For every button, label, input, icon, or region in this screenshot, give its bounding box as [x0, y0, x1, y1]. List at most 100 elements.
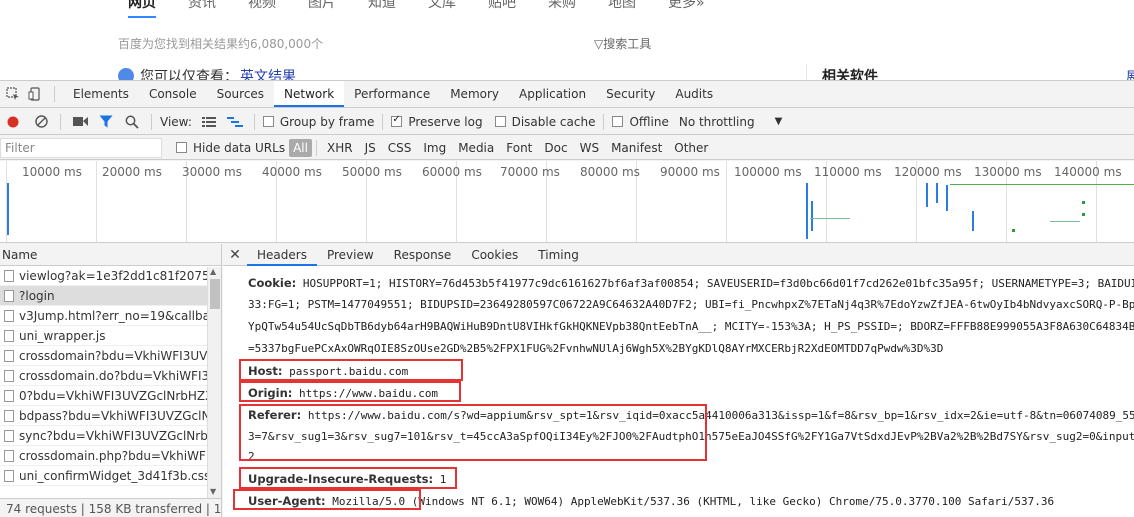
request-row[interactable]: viewlog?ak=1e3f2dd1c81f2075171a: [0, 266, 221, 286]
filter-type-font[interactable]: Font: [500, 139, 538, 157]
tab-audits[interactable]: Audits: [665, 81, 723, 107]
tab-video[interactable]: 视频: [248, 0, 276, 18]
disable-cache-label: Disable cache: [511, 114, 596, 129]
tab-network[interactable]: Network: [274, 81, 345, 107]
network-overview-timeline[interactable]: 10000 ms 20000 ms 30000 ms 40000 ms 5000…: [0, 161, 1134, 243]
tab-web[interactable]: 网页: [128, 0, 156, 18]
tab-tieba[interactable]: 贴吧: [488, 0, 516, 18]
view-label: View:: [160, 114, 192, 129]
filter-icon[interactable]: [95, 111, 117, 133]
waterfall-icon[interactable]: [224, 111, 246, 133]
filter-input[interactable]: Filter: [0, 137, 162, 158]
tab-map[interactable]: 地图: [608, 0, 636, 18]
record-icon[interactable]: [2, 111, 24, 133]
checkbox-icon: [176, 142, 187, 153]
filter-type-ws[interactable]: WS: [574, 139, 605, 157]
filter-type-other[interactable]: Other: [668, 139, 714, 157]
throttling-select[interactable]: No throttling ▼: [679, 115, 782, 129]
filter-type-js[interactable]: JS: [359, 139, 382, 157]
search-tools-button[interactable]: ▽搜索工具: [594, 35, 651, 52]
timeline-request-mark: [810, 218, 850, 219]
name-column-header[interactable]: Name: [0, 244, 221, 266]
timeline-request-mark: [1082, 201, 1085, 204]
tab-sources[interactable]: Sources: [207, 81, 274, 107]
hide-data-urls-checkbox[interactable]: Hide data URLs: [176, 141, 285, 155]
close-icon[interactable]: ✕: [223, 247, 247, 263]
scroll-up-icon[interactable]: ▲: [210, 267, 216, 276]
file-icon: [4, 469, 14, 482]
timeline-request-mark: [811, 201, 813, 231]
filter-type-css[interactable]: CSS: [382, 139, 418, 157]
filter-type-img[interactable]: Img: [417, 139, 452, 157]
tab-console[interactable]: Console: [139, 81, 207, 107]
timeline-label: 100000 ms: [734, 165, 802, 179]
file-icon: [4, 349, 14, 362]
request-row[interactable]: uni_confirmWidget_3d41f3b.css: [0, 466, 221, 486]
request-list: Name viewlog?ak=1e3f2dd1c81f2075171a ?lo…: [0, 244, 222, 517]
disable-cache-checkbox[interactable]: Disable cache: [494, 114, 596, 129]
timeline-label: 50000 ms: [342, 165, 402, 179]
timeline-grid-line: [726, 161, 727, 242]
tab-preview[interactable]: Preview: [317, 244, 384, 266]
tab-images[interactable]: 图片: [308, 0, 336, 18]
request-row[interactable]: crossdomain?bdu=VkhiWFI3UVZGc: [0, 346, 221, 366]
highlight-box-referer: [239, 404, 707, 461]
request-row[interactable]: bdpass?bdu=VkhiWFI3UVZGclNrbH: [0, 406, 221, 426]
tab-zhidao[interactable]: 知道: [368, 0, 396, 18]
timeline-request-mark: [1050, 221, 1080, 222]
header-cookie-cont: YpQTw54u54UcSqDbTB6dyb64arH9BAQWiHuB9Dnt…: [248, 320, 1134, 333]
offline-checkbox[interactable]: Offline: [612, 115, 669, 129]
preserve-log-label: Preserve log: [408, 114, 483, 129]
timeline-label: 130000 ms: [974, 165, 1042, 179]
timeline-label: 110000 ms: [814, 165, 882, 179]
search-icon[interactable]: [121, 111, 143, 133]
request-row[interactable]: 0?bdu=VkhiWFI3UVZGclNrbHZXR0: [0, 386, 221, 406]
tab-application[interactable]: Application: [509, 81, 596, 107]
scroll-down-icon[interactable]: ▼: [210, 487, 216, 496]
tab-news[interactable]: 资讯: [188, 0, 216, 18]
filter-type-doc[interactable]: Doc: [538, 139, 573, 157]
filter-type-manifest[interactable]: Manifest: [605, 139, 668, 157]
timeline-label: 60000 ms: [422, 165, 482, 179]
highlight-box-host: [239, 359, 463, 381]
group-by-frame-checkbox[interactable]: Group by frame: [262, 115, 374, 129]
device-toolbar-icon[interactable]: [24, 83, 46, 105]
file-icon: [4, 449, 14, 462]
tab-more[interactable]: 更多»: [668, 0, 705, 18]
tab-response[interactable]: Response: [384, 244, 462, 266]
tab-performance[interactable]: Performance: [344, 81, 440, 107]
request-row[interactable]: v3Jump.html?err_no=19&callback=: [0, 306, 221, 326]
timeline-grid-line: [96, 161, 97, 242]
file-icon: [4, 389, 14, 402]
request-row[interactable]: uni_wrapper.js: [0, 326, 221, 346]
request-row[interactable]: crossdomain.do?bdu=VkhiWFI3UV.: [0, 366, 221, 386]
request-name: 0?bdu=VkhiWFI3UVZGclNrbHZXR0: [19, 388, 221, 403]
preserve-log-checkbox[interactable]: Preserve log: [391, 114, 483, 129]
clear-icon[interactable]: [30, 111, 52, 133]
request-row[interactable]: crossdomain.php?bdu=VkhiWFI3U.: [0, 446, 221, 466]
inspect-element-icon[interactable]: [2, 83, 24, 105]
scroll-thumb[interactable]: [210, 279, 220, 309]
expand-link[interactable]: 展: [1126, 66, 1134, 80]
related-software-heading: 相关软件: [822, 69, 878, 80]
large-rows-icon[interactable]: [198, 111, 220, 133]
tab-wenku[interactable]: 文库: [428, 0, 456, 18]
file-icon: [4, 309, 14, 322]
checkbox-icon: [612, 116, 624, 127]
request-list-scrollbar[interactable]: ▲ ▼: [207, 267, 221, 499]
english-results-link[interactable]: 英文结果: [240, 66, 296, 80]
filter-type-all[interactable]: All: [289, 138, 312, 157]
tab-elements[interactable]: Elements: [63, 81, 139, 107]
tab-caigou[interactable]: 采购: [548, 0, 576, 18]
tab-timing[interactable]: Timing: [528, 244, 589, 266]
tab-security[interactable]: Security: [596, 81, 665, 107]
header-value: Mozilla/5.0 (Windows NT 6.1; WOW64) Appl…: [332, 495, 1055, 508]
tab-cookies[interactable]: Cookies: [461, 244, 528, 266]
filter-type-media[interactable]: Media: [452, 139, 500, 157]
tab-headers[interactable]: Headers: [247, 244, 317, 266]
tab-memory[interactable]: Memory: [440, 81, 509, 107]
request-row[interactable]: sync?bdu=VkhiWFI3UVZGclNrbHZX: [0, 426, 221, 446]
capture-screenshots-icon[interactable]: [69, 111, 91, 133]
filter-type-xhr[interactable]: XHR: [321, 139, 359, 157]
request-row-selected[interactable]: ?login: [0, 286, 221, 306]
